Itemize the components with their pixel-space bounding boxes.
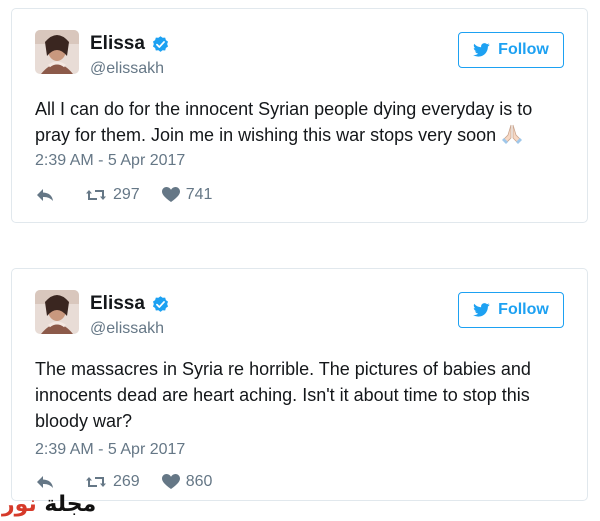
follow-button[interactable]: Follow (458, 292, 564, 328)
tweet-timestamp[interactable]: 2:39 AM - 5 Apr 2017 (35, 441, 185, 459)
tweet-text: The massacres in Syria re horrible. The … (35, 359, 531, 431)
display-name[interactable]: Elissa (90, 33, 145, 55)
verified-badge-icon (152, 295, 168, 312)
retweet-button[interactable]: 269 (85, 473, 140, 491)
follow-label: Follow (498, 41, 549, 58)
retweet-button[interactable]: 297 (85, 186, 140, 204)
like-button[interactable]: 741 (161, 186, 213, 204)
praying-hands-icon (502, 124, 523, 144)
watermark-part1: مجلة (44, 492, 97, 517)
watermark-part2: نور (2, 492, 37, 517)
retweet-count: 269 (113, 473, 140, 490)
reply-button[interactable] (35, 474, 55, 490)
user-handle[interactable]: @elissakh (90, 60, 164, 78)
display-name[interactable]: Elissa (90, 293, 145, 315)
heart-icon (161, 187, 180, 202)
verified-badge-icon (152, 35, 168, 52)
tweet-card: Elissa @elissakh Follow All I can do for… (11, 8, 588, 223)
user-handle[interactable]: @elissakh (90, 320, 164, 338)
tweet-text-body: All I can do for the innocent Syrian peo… (35, 99, 533, 145)
watermark-logo: مجلة نور (2, 492, 96, 517)
reply-button[interactable] (35, 187, 55, 203)
avatar[interactable] (35, 30, 79, 74)
tweet-timestamp[interactable]: 2:39 AM - 5 Apr 2017 (35, 152, 185, 170)
heart-icon (161, 474, 180, 489)
reply-icon (37, 189, 53, 201)
tweet-text: All I can do for the innocent Syrian peo… (35, 96, 565, 148)
like-button[interactable]: 860 (161, 473, 213, 491)
follow-label: Follow (498, 301, 549, 318)
avatar[interactable] (35, 290, 79, 334)
reply-icon (37, 476, 53, 488)
tweet-actions: 269 860 (35, 473, 234, 491)
retweet-count: 297 (113, 186, 140, 203)
retweet-icon (86, 477, 106, 487)
retweet-icon (86, 190, 106, 200)
follow-button[interactable]: Follow (458, 32, 564, 68)
twitter-bird-icon (473, 303, 490, 317)
tweet-actions: 297 741 (35, 186, 234, 204)
twitter-bird-icon (473, 43, 490, 57)
like-count: 860 (185, 473, 213, 490)
like-count: 741 (185, 186, 213, 203)
tweet-card: Elissa @elissakh Follow The massacres in… (11, 268, 588, 501)
